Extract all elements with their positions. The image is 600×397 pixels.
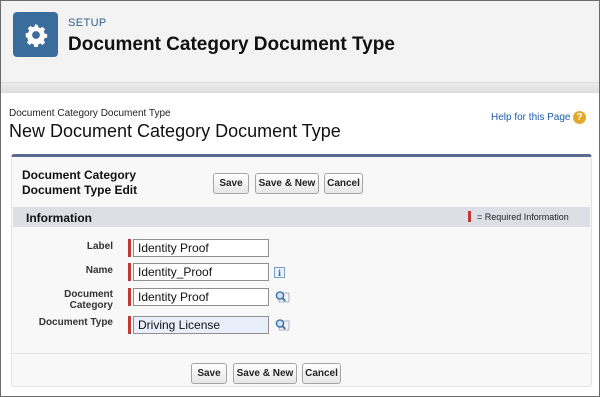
lookup-icon[interactable] (274, 290, 290, 304)
label-input[interactable] (133, 239, 269, 257)
required-legend-text: = Required Information (477, 212, 569, 222)
setup-header: SETUP Document Category Document Type (1, 1, 599, 83)
field-label-document-category: Document Category (64, 289, 113, 311)
header-section-label: SETUP (68, 17, 107, 29)
field-label-label: Label (86, 241, 113, 252)
panel-title: Document Category Document Type Edit (22, 168, 138, 197)
required-marker (128, 263, 131, 281)
header-title: Document Category Document Type (68, 34, 395, 55)
save-button-bottom[interactable]: Save (191, 363, 227, 384)
required-marker (128, 316, 131, 334)
header-divider (1, 83, 599, 93)
save-button-top[interactable]: Save (213, 173, 249, 194)
required-legend-marker (468, 211, 471, 222)
save-new-button-bottom[interactable]: Save & New (233, 363, 297, 384)
information-section-header: Information = Required Information (13, 207, 590, 227)
info-icon[interactable]: i (274, 267, 285, 278)
help-link[interactable]: Help for this Page (491, 112, 571, 123)
help-icon[interactable]: ? (573, 111, 586, 124)
save-new-button-top[interactable]: Save & New (255, 173, 319, 194)
panel-divider (13, 353, 590, 354)
field-label-name: Name (85, 265, 113, 276)
breadcrumb: Document Category Document Type (9, 108, 171, 119)
document-type-input[interactable] (133, 316, 269, 334)
section-title: Information (26, 211, 92, 225)
required-marker (128, 288, 131, 306)
cancel-button-bottom[interactable]: Cancel (302, 363, 341, 384)
field-label-document-type: Document Type (38, 317, 113, 328)
document-category-input[interactable] (133, 288, 269, 306)
page-title: New Document Category Document Type (9, 121, 341, 141)
cancel-button-top[interactable]: Cancel (324, 173, 363, 194)
required-marker (128, 239, 131, 257)
name-input[interactable] (133, 263, 269, 281)
lookup-icon[interactable] (274, 318, 290, 332)
gear-icon (13, 12, 58, 57)
edit-panel: Document Category Document Type Edit Sav… (11, 154, 592, 387)
